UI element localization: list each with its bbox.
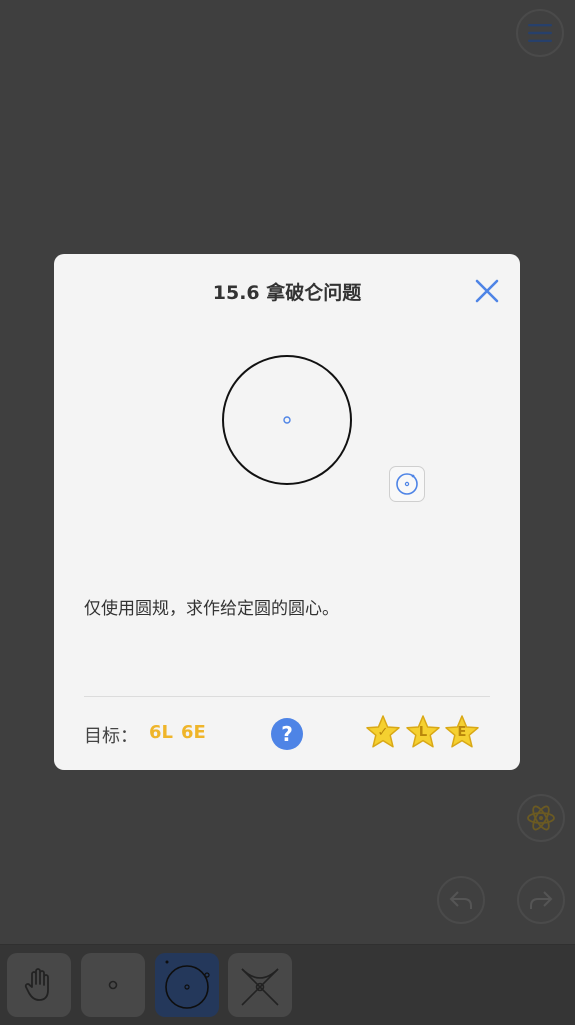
star-label: E	[457, 725, 467, 740]
intersection-tool-button[interactable]	[228, 953, 292, 1017]
hand-tool-button[interactable]	[7, 953, 71, 1017]
circle-tool-badge	[389, 466, 425, 502]
hand-icon	[24, 968, 49, 1001]
star-label: ✓	[377, 725, 389, 740]
hamburger-icon	[528, 24, 552, 42]
goal-label: 目标：	[84, 726, 138, 747]
dialog-title: 15.6 拿破仑问题	[212, 282, 362, 304]
tool-bar	[0, 944, 575, 1025]
redo-button[interactable]	[517, 876, 565, 924]
close-icon	[475, 279, 499, 303]
redo-icon	[530, 891, 553, 909]
center-point	[283, 416, 291, 424]
star-lines: L	[405, 714, 441, 750]
close-button[interactable]	[472, 276, 502, 306]
star-elementary: E	[444, 714, 480, 750]
menu-button[interactable]	[516, 9, 564, 57]
circle-tool-button[interactable]	[155, 953, 219, 1017]
atom-icon	[527, 805, 555, 831]
goal-lines: 6L	[149, 722, 173, 743]
star-completed: ✓	[365, 714, 401, 750]
compass-circle-icon	[396, 473, 418, 495]
circle-tool-icon	[165, 960, 210, 1009]
undo-icon	[449, 891, 472, 909]
level-dialog: 15.6 拿破仑问题 仅使用圆规，求作给定圆的圆心。 目标： 6L 6E ? ✓	[54, 254, 520, 770]
explore-button[interactable]	[517, 794, 565, 842]
problem-description: 仅使用圆规，求作给定圆的圆心。	[84, 599, 339, 619]
star-label: L	[418, 725, 428, 740]
given-circle-figure	[219, 352, 355, 488]
undo-button[interactable]	[437, 876, 485, 924]
intersection-icon	[241, 968, 279, 1006]
point-icon	[108, 980, 118, 990]
given-circle	[222, 355, 352, 485]
help-button[interactable]: ?	[271, 718, 303, 750]
goal-elementary: 6E	[181, 722, 206, 743]
point-tool-button[interactable]	[81, 953, 145, 1017]
divider	[84, 696, 490, 697]
